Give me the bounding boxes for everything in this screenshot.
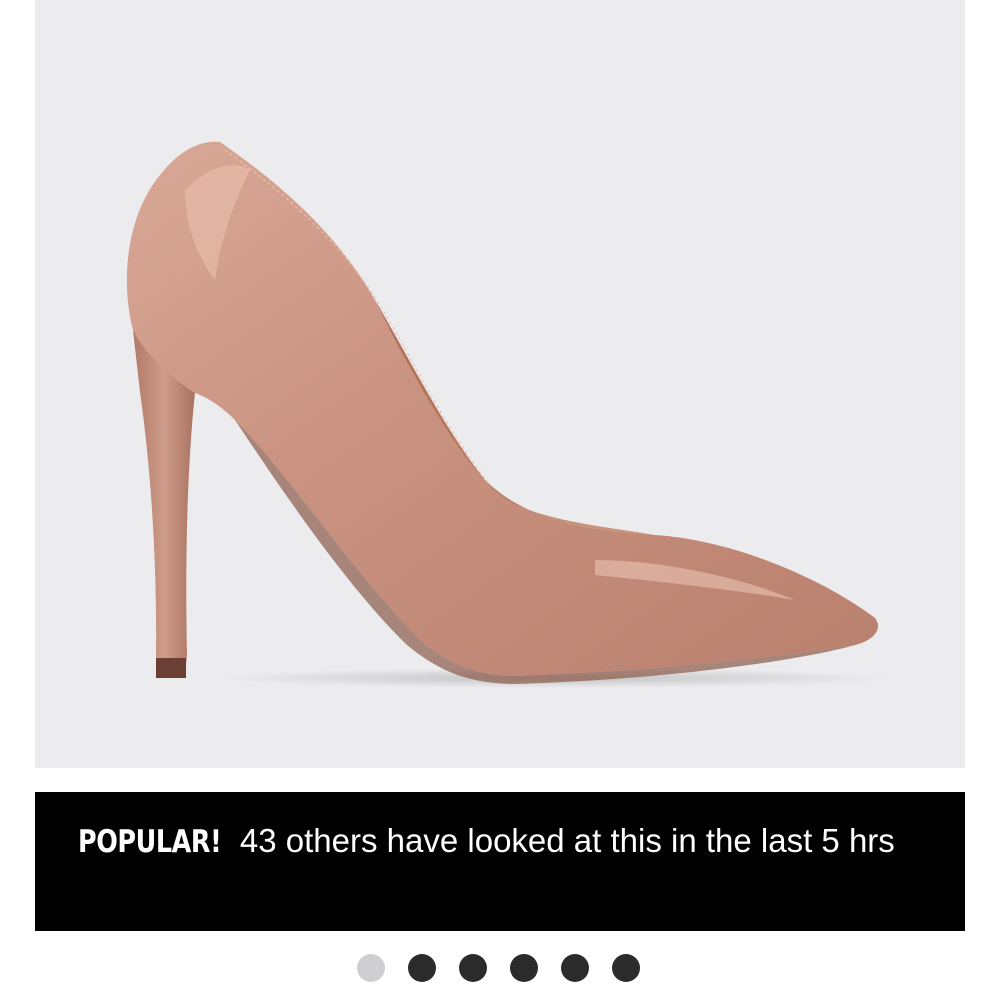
popular-badge: POPULAR! xyxy=(78,824,222,860)
carousel-dot[interactable] xyxy=(561,954,589,982)
carousel-dot[interactable] xyxy=(357,954,385,982)
carousel-dot[interactable] xyxy=(612,954,640,982)
product-image[interactable] xyxy=(35,0,965,768)
shoe-body xyxy=(126,141,879,676)
carousel-dot[interactable] xyxy=(408,954,436,982)
carousel-dot[interactable] xyxy=(459,954,487,982)
heel-tip xyxy=(156,658,186,678)
popular-message: 43 others have looked at this in the las… xyxy=(239,822,895,859)
popular-banner: POPULAR! 43 others have looked at this i… xyxy=(35,792,965,931)
carousel-dot[interactable] xyxy=(510,954,538,982)
shoe-illustration xyxy=(126,141,895,688)
product-page: POPULAR! 43 others have looked at this i… xyxy=(0,0,1000,1000)
carousel-dots xyxy=(357,954,640,982)
